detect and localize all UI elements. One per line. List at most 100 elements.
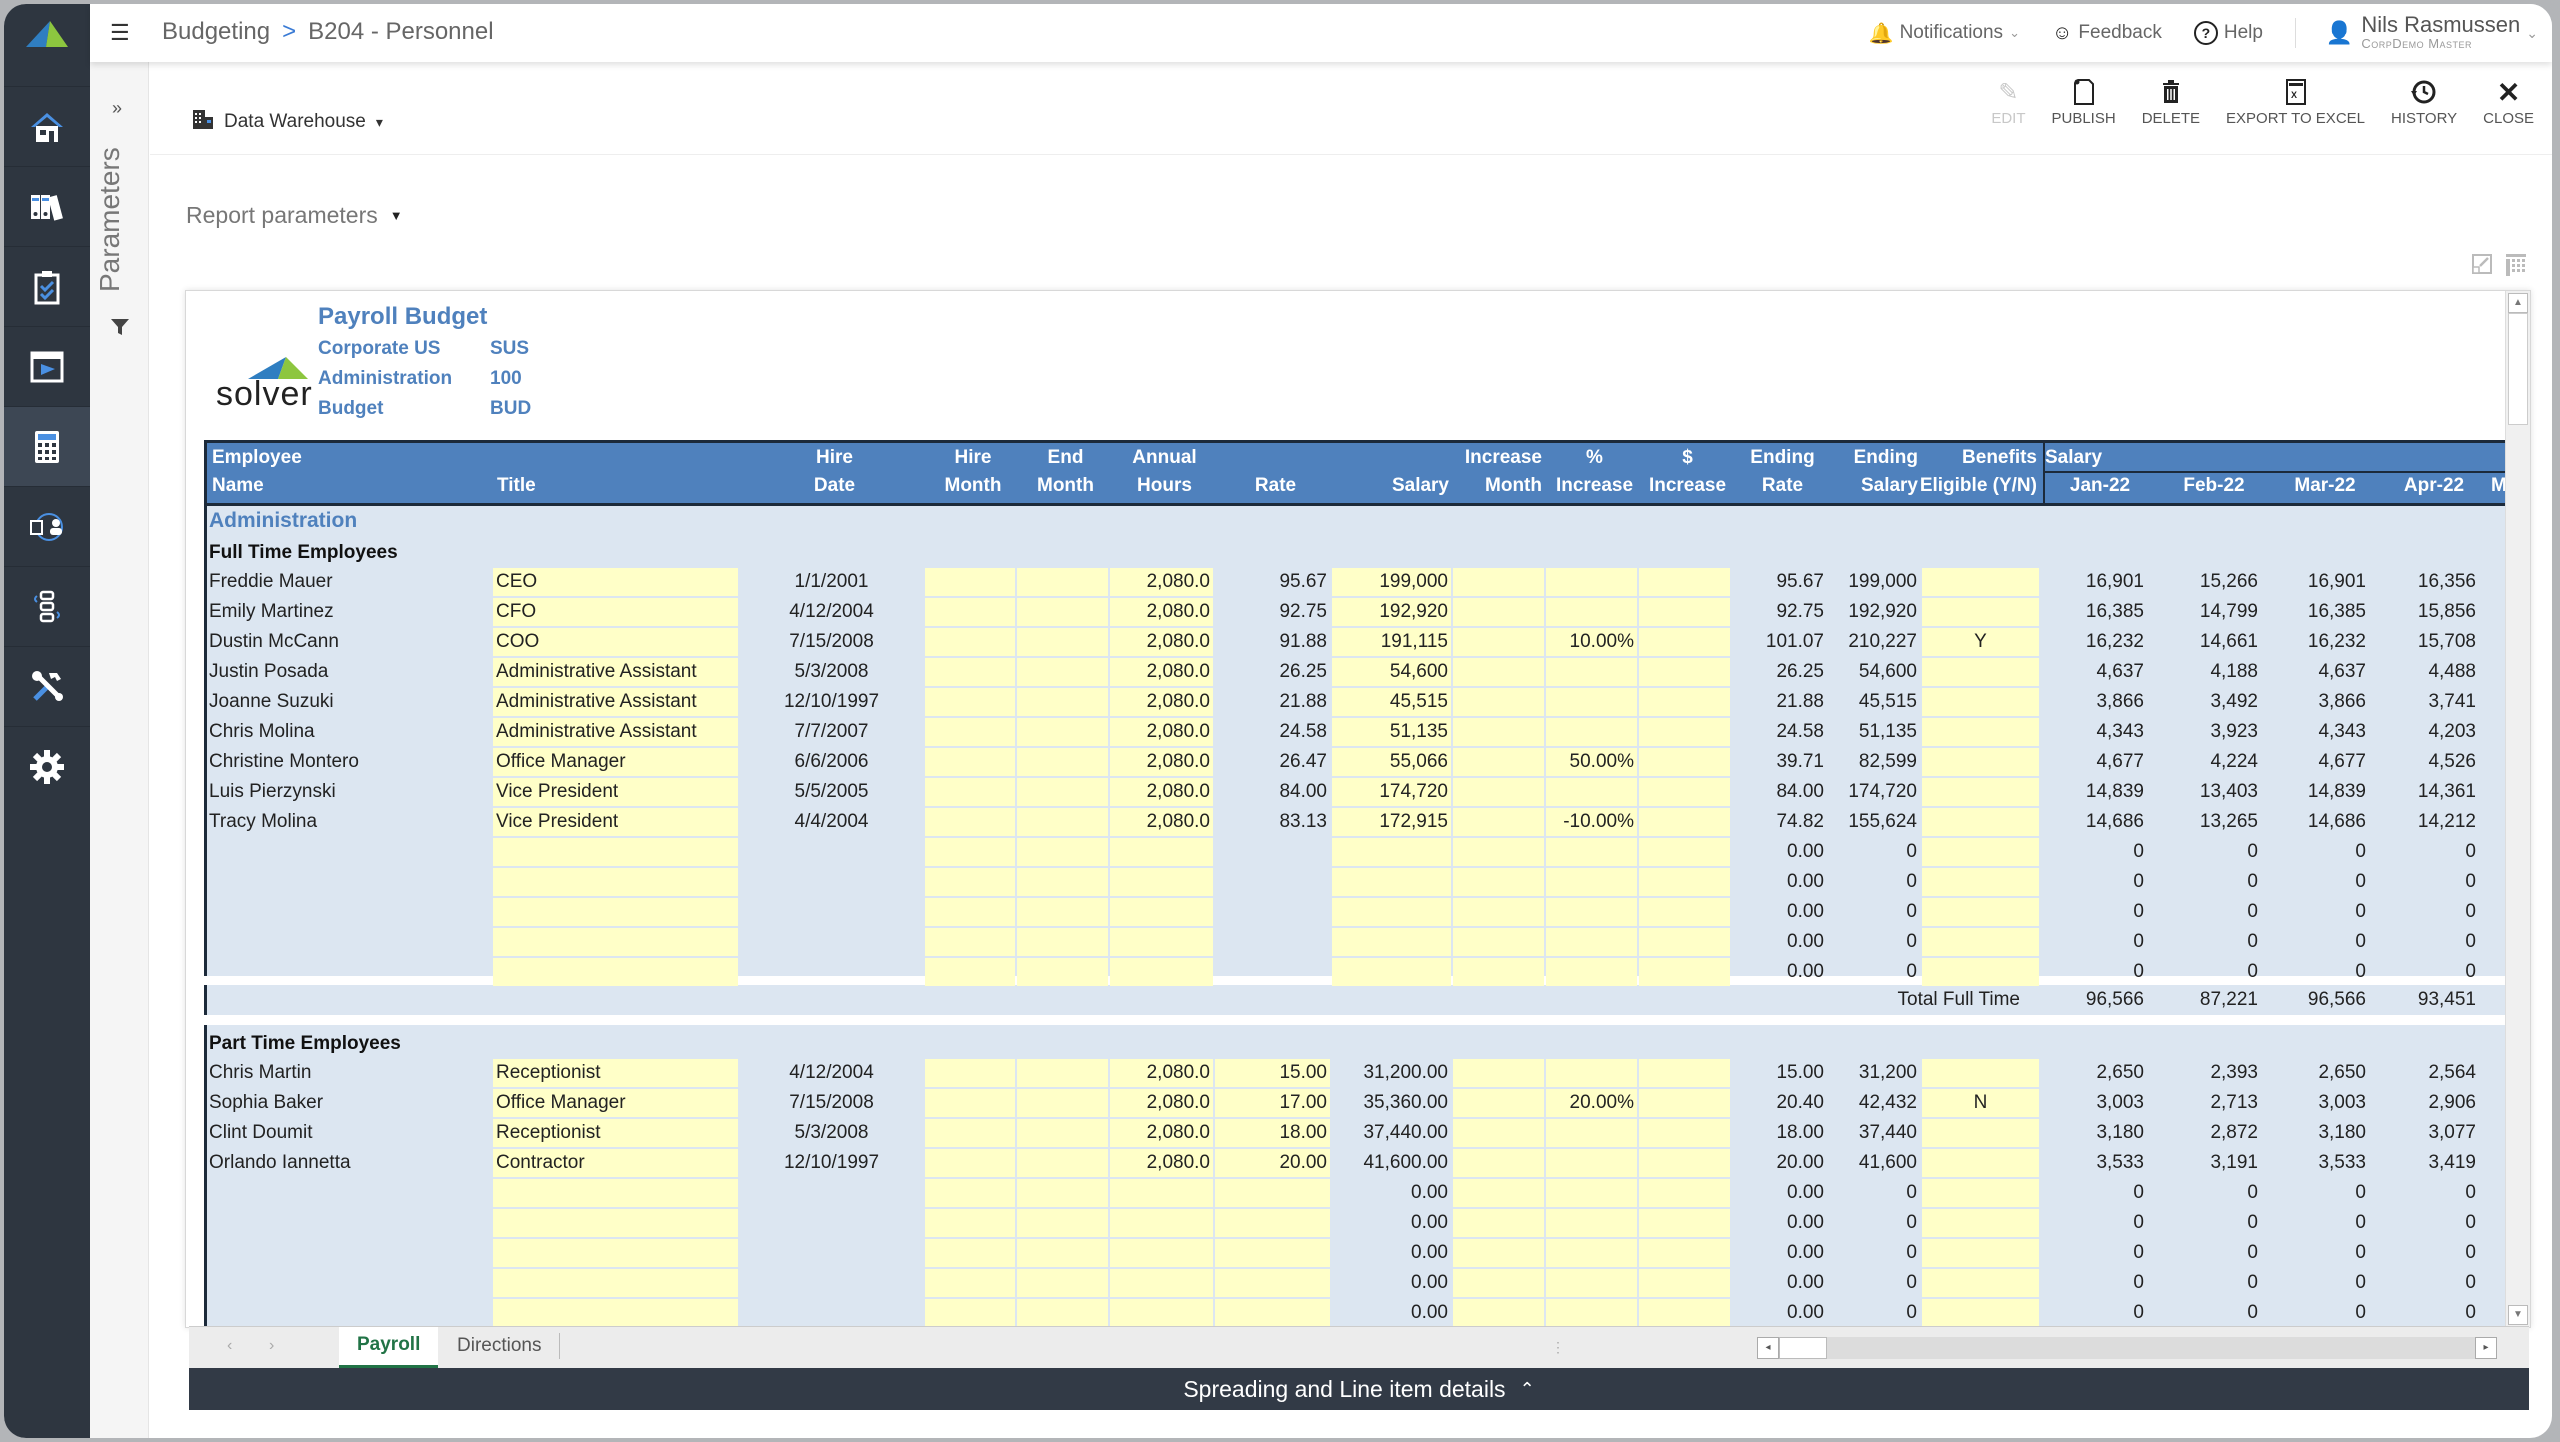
- annual-hours-cell[interactable]: 2,080.0: [1113, 627, 1210, 657]
- ending-rate-cell[interactable]: 0.00: [1735, 1268, 1824, 1298]
- delete-button[interactable]: DELETE: [2142, 74, 2200, 127]
- monthly-salary-cell[interactable]: 4,188: [2164, 657, 2258, 687]
- employee-name-cell[interactable]: [209, 1238, 487, 1268]
- annual-hours-cell[interactable]: [1113, 867, 1210, 897]
- hire-date-cell[interactable]: [743, 957, 920, 987]
- benefits-eligible-cell[interactable]: [1925, 1058, 2036, 1088]
- menu-icon[interactable]: ☰: [110, 20, 130, 46]
- benefits-eligible-cell[interactable]: [1925, 567, 2036, 597]
- monthly-salary-cell[interactable]: 4,526: [2386, 747, 2476, 777]
- user-menu[interactable]: 👤 Nils Rasmussen CorpDemo Master ⌄: [2326, 14, 2538, 52]
- annual-hours-cell[interactable]: 2,080.0: [1113, 807, 1210, 837]
- salary-cell[interactable]: 0.00: [1335, 1298, 1448, 1327]
- ending-salary-cell[interactable]: 0: [1832, 1238, 1917, 1268]
- benefits-eligible-cell[interactable]: [1925, 687, 2036, 717]
- sidebar-item-tasks[interactable]: [4, 246, 90, 327]
- monthly-salary-cell[interactable]: 4,203: [2386, 717, 2476, 747]
- help-button[interactable]: ? Help: [2193, 21, 2263, 45]
- ending-rate-cell[interactable]: 0.00: [1735, 957, 1824, 987]
- title-cell[interactable]: [496, 1298, 735, 1327]
- title-cell[interactable]: Office Manager: [496, 747, 735, 777]
- monthly-salary-cell[interactable]: 0: [2278, 1208, 2366, 1238]
- salary-cell[interactable]: [1335, 927, 1448, 957]
- rate-cell[interactable]: [1218, 867, 1327, 897]
- annual-hours-cell[interactable]: 2,080.0: [1113, 597, 1210, 627]
- monthly-salary-cell[interactable]: 0: [2164, 897, 2258, 927]
- salary-cell[interactable]: [1335, 837, 1448, 867]
- sidebar-item-presentations[interactable]: [4, 326, 90, 407]
- monthly-salary-cell[interactable]: 3,741: [2386, 687, 2476, 717]
- title-cell[interactable]: Administrative Assistant: [496, 717, 735, 747]
- monthly-salary-cell[interactable]: 4,224: [2164, 747, 2258, 777]
- expand-panel-icon[interactable]: »: [112, 98, 122, 119]
- annual-hours-cell[interactable]: 2,080.0: [1113, 717, 1210, 747]
- monthly-salary-cell[interactable]: 0: [2386, 957, 2476, 987]
- monthly-salary-cell[interactable]: 15,266: [2164, 567, 2258, 597]
- employee-name-cell[interactable]: [209, 897, 487, 927]
- pct-increase-cell[interactable]: 50.00%: [1549, 747, 1634, 777]
- monthly-salary-cell[interactable]: 0: [2050, 1268, 2144, 1298]
- salary-cell[interactable]: [1335, 897, 1448, 927]
- benefits-eligible-cell[interactable]: [1925, 867, 2036, 897]
- employee-name-cell[interactable]: [209, 1208, 487, 1238]
- monthly-salary-cell[interactable]: 14,212: [2386, 807, 2476, 837]
- rate-cell[interactable]: [1218, 957, 1327, 987]
- salary-cell[interactable]: 35,360.00: [1335, 1088, 1448, 1118]
- pct-increase-cell[interactable]: [1549, 897, 1634, 927]
- monthly-salary-cell[interactable]: 0: [2164, 1268, 2258, 1298]
- title-cell[interactable]: [496, 837, 735, 867]
- annual-hours-cell[interactable]: 2,080.0: [1113, 747, 1210, 777]
- horizontal-scrollbar[interactable]: ◂ ▸: [1757, 1337, 2497, 1359]
- pct-increase-cell[interactable]: [1549, 1208, 1634, 1238]
- hire-date-cell[interactable]: 5/3/2008: [743, 657, 920, 687]
- annual-hours-cell[interactable]: [1113, 1268, 1210, 1298]
- employee-name-cell[interactable]: [209, 1298, 487, 1327]
- employee-name-cell[interactable]: Freddie Mauer: [209, 567, 487, 597]
- monthly-salary-cell[interactable]: 2,650: [2050, 1058, 2144, 1088]
- employee-name-cell[interactable]: Tracy Molina: [209, 807, 487, 837]
- annual-hours-cell[interactable]: [1113, 1238, 1210, 1268]
- rate-cell[interactable]: [1218, 1238, 1327, 1268]
- pct-increase-cell[interactable]: [1549, 1148, 1634, 1178]
- title-cell[interactable]: Receptionist: [496, 1118, 735, 1148]
- ending-salary-cell[interactable]: 192,920: [1832, 597, 1917, 627]
- monthly-salary-cell[interactable]: 14,839: [2050, 777, 2144, 807]
- annual-hours-cell[interactable]: 2,080.0: [1113, 1118, 1210, 1148]
- monthly-salary-cell[interactable]: 2,393: [2164, 1058, 2258, 1088]
- ending-rate-cell[interactable]: 0.00: [1735, 1238, 1824, 1268]
- monthly-salary-cell[interactable]: 3,191: [2164, 1148, 2258, 1178]
- tab-directions[interactable]: Directions: [439, 1333, 561, 1359]
- benefits-eligible-cell[interactable]: [1925, 1148, 2036, 1178]
- scroll-left-button[interactable]: ◂: [1757, 1337, 1779, 1359]
- salary-cell[interactable]: 31,200.00: [1335, 1058, 1448, 1088]
- monthly-salary-cell[interactable]: 2,713: [2164, 1088, 2258, 1118]
- tab-payroll[interactable]: Payroll: [339, 1327, 439, 1368]
- annual-hours-cell[interactable]: [1113, 1208, 1210, 1238]
- feedback-button[interactable]: ☺ Feedback: [2052, 22, 2162, 45]
- sidebar-item-home[interactable]: [4, 86, 90, 167]
- rate-cell[interactable]: 15.00: [1218, 1058, 1327, 1088]
- ending-salary-cell[interactable]: 41,600: [1832, 1148, 1917, 1178]
- employee-name-cell[interactable]: [209, 1268, 487, 1298]
- ending-rate-cell[interactable]: 0.00: [1735, 1208, 1824, 1238]
- monthly-salary-cell[interactable]: 14,686: [2050, 807, 2144, 837]
- monthly-salary-cell[interactable]: 0: [2278, 867, 2366, 897]
- monthly-salary-cell[interactable]: 3,533: [2050, 1148, 2144, 1178]
- salary-cell[interactable]: 0.00: [1335, 1208, 1448, 1238]
- monthly-salary-cell[interactable]: 0: [2164, 1208, 2258, 1238]
- sidebar-item-forms[interactable]: [4, 486, 90, 567]
- spreading-details-toggle[interactable]: Spreading and Line item details ⌃: [189, 1368, 2529, 1410]
- hire-date-cell[interactable]: 4/12/2004: [743, 1058, 920, 1088]
- monthly-salary-cell[interactable]: 2,564: [2386, 1058, 2476, 1088]
- rate-cell[interactable]: [1218, 1208, 1327, 1238]
- hire-date-cell[interactable]: [743, 927, 920, 957]
- ending-salary-cell[interactable]: 0: [1832, 897, 1917, 927]
- rate-cell[interactable]: 21.88: [1218, 687, 1327, 717]
- title-cell[interactable]: Vice President: [496, 777, 735, 807]
- monthly-salary-cell[interactable]: 4,343: [2050, 717, 2144, 747]
- monthly-salary-cell[interactable]: 0: [2164, 1238, 2258, 1268]
- monthly-salary-cell[interactable]: 3,866: [2278, 687, 2366, 717]
- title-cell[interactable]: CFO: [496, 597, 735, 627]
- tab-next-icon[interactable]: ›: [269, 1337, 274, 1355]
- salary-cell[interactable]: 55,066: [1335, 747, 1448, 777]
